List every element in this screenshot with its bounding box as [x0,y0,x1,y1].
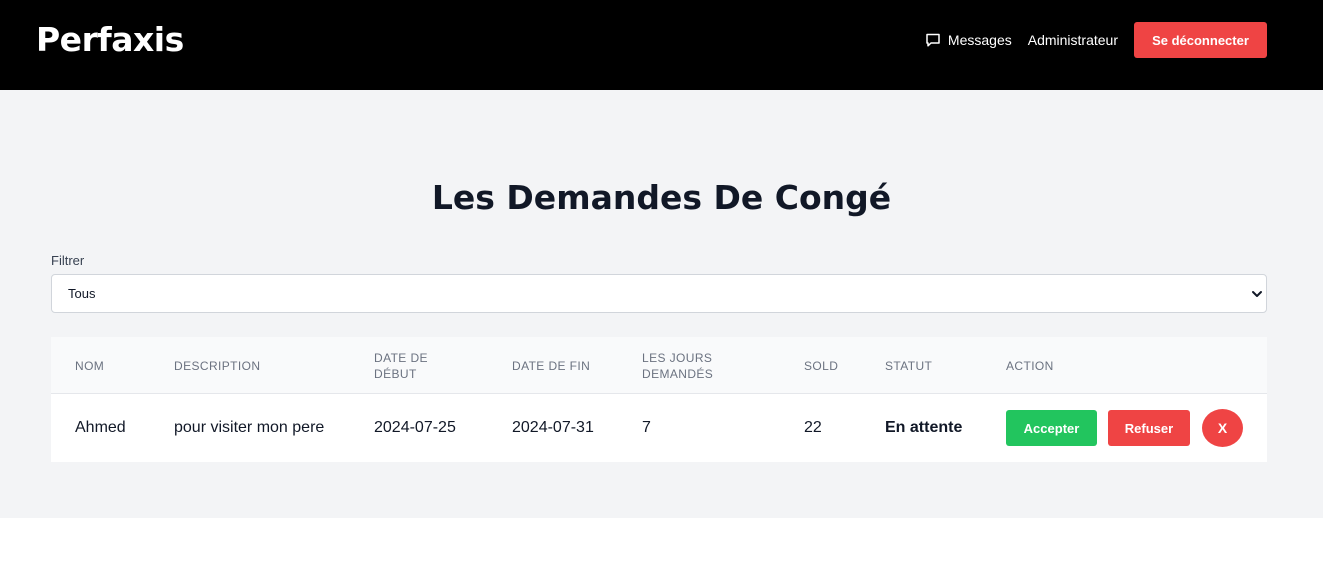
table-header: Nom Description Date de début Date de fi… [51,337,1267,394]
admin-label: Administrateur [1027,32,1118,48]
chat-bubble-icon [926,33,940,47]
cell-statut: En attente [885,419,963,436]
cell-sold: 22 [804,419,822,436]
leave-requests-table: Nom Description Date de début Date de fi… [51,337,1267,462]
filter-select[interactable]: Tous [51,274,1267,313]
header-sold: Sold [804,358,839,373]
header-date-debut: Date de début [374,350,428,381]
cell-date-debut: 2024-07-25 [374,419,456,436]
messages-link[interactable]: Messages [925,32,1012,48]
brand-logo[interactable]: Perfaxis [36,20,184,59]
admin-link[interactable]: Administrateur [1028,32,1118,48]
cell-description: pour visiter mon pere [174,419,325,436]
cell-date-fin: 2024-07-31 [512,419,594,436]
messages-label: Messages [947,32,1012,48]
header-jours: Les jours demandés [642,350,714,381]
cell-nom: Ahmed [75,419,126,436]
filter-label: Filtrer [51,253,85,268]
close-button[interactable]: X [1202,409,1243,447]
header-description: Description [174,358,261,373]
filter-selected-value: Tous [68,286,96,301]
cell-jours: 7 [642,419,651,436]
main-content: Les Demandes De Congé Filtrer Tous Nom D… [0,90,1323,518]
logout-button[interactable]: Se déconnecter [1134,22,1267,58]
refuse-button[interactable]: Refuser [1108,410,1190,446]
navbar: Perfaxis Messages Administrateur Se déco… [0,0,1323,90]
chevron-down-icon [1252,291,1262,297]
header-action: Action [1006,358,1054,373]
header-date-fin: Date de fin [512,358,591,373]
page-title: Les Demandes De Congé [431,178,892,217]
header-statut: Statut [885,358,933,373]
nav-right: Messages Administrateur Se déconnecter [925,22,1267,58]
header-nom: Nom [75,358,105,373]
table-row: Ahmed pour visiter mon pere 2024-07-25 2… [51,394,1267,462]
accept-button[interactable]: Accepter [1006,410,1097,446]
